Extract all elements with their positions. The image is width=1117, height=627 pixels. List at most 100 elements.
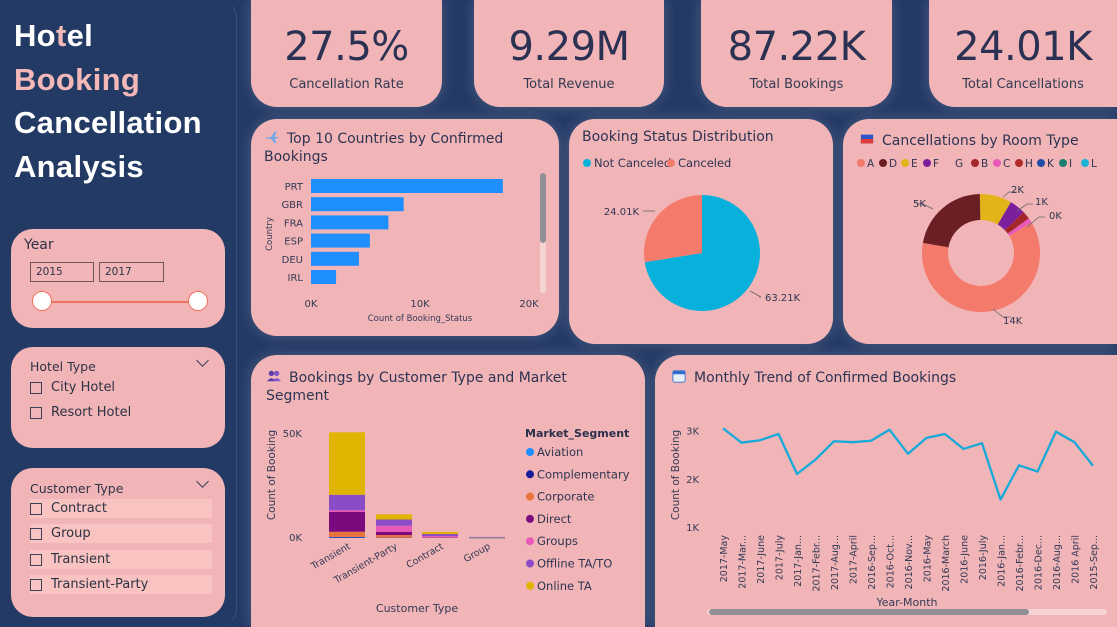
segment-card: Bookings by Customer Type and Market Seg… [251, 355, 645, 627]
data-label: 63.21K [765, 293, 801, 304]
y-axis-label: Country [265, 217, 275, 251]
checkbox[interactable] [30, 381, 42, 394]
option-label: City Hotel [51, 380, 116, 395]
stacked-bar-segment [422, 531, 458, 535]
checkbox[interactable] [30, 406, 42, 419]
bar [311, 197, 404, 212]
option-label: Resort Hotel [51, 405, 132, 420]
legend-label: Canceled [678, 156, 731, 170]
legend-label: Online TA [537, 579, 592, 593]
y-tick-label: 50K [283, 429, 303, 440]
sidebar: Hotel Booking Cancellation Analysis Year 20… [0, 0, 237, 627]
y-tick-label: PRT [285, 182, 304, 193]
stacked-bar-segment [376, 535, 412, 538]
segment-stacked-bar-chart: 50K0KCount of BookingTransientTransient-… [266, 427, 630, 615]
year-slicer: Year 2015 2017 [11, 229, 225, 328]
scrollbar-thumb[interactable] [709, 609, 1029, 615]
legend-marker [583, 159, 591, 167]
legend-label: Direct [537, 512, 572, 526]
line-series [722, 427, 1094, 501]
dashboard-title: Hotel Booking Cancellation Analysis [14, 14, 202, 188]
y-tick-label: DEU [282, 255, 303, 266]
option-label: Contract [51, 501, 107, 516]
status-pie-chart: Not Canceled Canceled 63.21K 24.01K [583, 156, 801, 311]
legend-marker [901, 159, 909, 167]
kpi-value: 27.5% [284, 24, 409, 70]
legend-label: E [911, 158, 918, 170]
legend-marker [1037, 159, 1045, 167]
customer-type-option[interactable]: Transient-Party [30, 575, 212, 594]
kpi-total-revenue: 9.29M Total Revenue [474, 0, 664, 107]
x-tick-label: 2016-Dec... [1034, 535, 1045, 590]
kpi-label: Total Revenue [523, 77, 615, 92]
legend-marker [526, 514, 534, 523]
year-slider-start-handle[interactable] [32, 291, 52, 311]
title-line: Cancellation [14, 101, 202, 145]
data-label: 0K [1049, 211, 1062, 222]
customer-type-option[interactable]: Transient [30, 550, 212, 569]
kpi-label: Total Cancellations [962, 77, 1084, 92]
x-tick-label: 2017-Mar... [738, 535, 749, 589]
year-to-input[interactable]: 2017 [99, 262, 164, 282]
hotel-type-option[interactable]: City Hotel [30, 378, 115, 397]
x-tick-label: 2016-July [978, 535, 989, 581]
donut-slice [922, 194, 981, 248]
stacked-bar-segment [329, 494, 365, 511]
title-segment: Ho [14, 18, 56, 53]
hotel-type-option[interactable]: Resort Hotel [30, 403, 131, 422]
stacked-bar-segment [376, 514, 412, 520]
x-tick-label: 2016-Nov... [904, 535, 915, 589]
monthly-trend-card: Monthly Trend of Confirmed Bookings 1K 2K… [655, 355, 1117, 627]
kpi-cancellation-rate: 27.5% Cancellation Rate [251, 0, 442, 107]
x-tick-label: 2016-Oct... [886, 535, 897, 588]
legend-marker [526, 581, 534, 590]
legend-marker [526, 559, 534, 568]
checkbox[interactable] [30, 553, 42, 566]
checkbox[interactable] [30, 527, 42, 540]
option-label: Transient-Party [51, 577, 149, 592]
chevron-down-icon[interactable] [196, 475, 209, 488]
customer-type-option[interactable]: Group [30, 524, 212, 543]
booking-status-card: Booking Status Distribution Not Canceled… [569, 119, 833, 344]
title-line: Booking [14, 58, 202, 102]
customer-type-label: Customer Type [30, 481, 124, 496]
legend-marker [526, 492, 534, 501]
customer-type-option[interactable]: Contract [30, 499, 212, 518]
stacked-bar-segment [376, 525, 412, 532]
x-tick-label: 2016 April [1071, 535, 1082, 584]
checkbox[interactable] [30, 578, 42, 591]
legend-marker [526, 448, 534, 456]
year-slicer-label: Year [24, 237, 54, 253]
data-label: 2K [1011, 185, 1024, 196]
legend-label: B [981, 158, 988, 170]
legend-label: H [1025, 158, 1033, 170]
x-tick-label: 0K [305, 299, 318, 310]
kpi-label: Cancellation Rate [289, 77, 404, 92]
stacked-bar-segment [422, 536, 458, 538]
y-axis-label: Count of Booking [266, 430, 278, 520]
x-axis-label: Customer Type [376, 602, 458, 615]
legend-marker [993, 159, 1001, 167]
data-label: 5K [913, 199, 926, 210]
title-segment: Booking [14, 61, 141, 97]
year-from-input[interactable]: 2015 [30, 262, 94, 282]
scrollbar-thumb[interactable] [540, 173, 546, 243]
x-tick-label: 2016-Sep... [867, 535, 878, 590]
checkbox[interactable] [30, 502, 42, 515]
hotel-type-slicer: Hotel Type City Hotel Resort Hotel [11, 347, 225, 448]
title-line: Analysis [14, 145, 202, 189]
stacked-bar-segment [329, 510, 365, 512]
x-tick-label: 2016-Aug... [1052, 535, 1063, 590]
x-tick-label: 10K [410, 299, 430, 310]
stacked-bar-segment [376, 531, 412, 536]
option-label: Group [51, 526, 91, 541]
legend-label: L [1091, 158, 1097, 170]
year-slider-track[interactable] [43, 301, 198, 303]
y-tick-label: GBR [281, 200, 303, 211]
legend-marker [857, 159, 865, 167]
title-segment: Cancellation [14, 105, 202, 140]
x-tick-label: 2017-Jan... [793, 535, 804, 587]
option-label: Transient [51, 552, 111, 567]
chevron-down-icon[interactable] [196, 354, 209, 367]
year-slider-end-handle[interactable] [188, 291, 208, 311]
